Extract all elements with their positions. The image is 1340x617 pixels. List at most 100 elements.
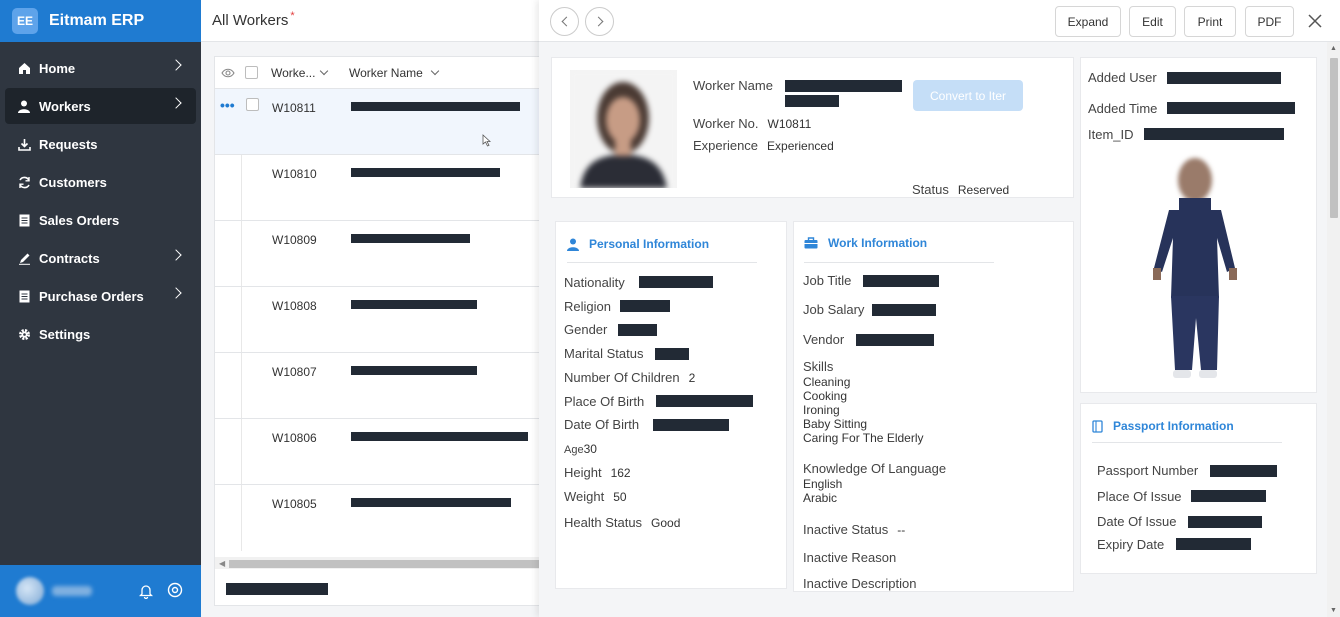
field-label: Inactive Status bbox=[803, 522, 889, 537]
field-value: Good bbox=[651, 516, 681, 530]
user-bar bbox=[0, 565, 201, 617]
field-label: Religion bbox=[564, 299, 611, 314]
field-label: Vendor bbox=[803, 332, 845, 347]
column-header-worker-name[interactable]: Worker Name bbox=[349, 66, 440, 80]
field-label: Height bbox=[564, 465, 602, 480]
worker-no: W10806 bbox=[272, 431, 317, 445]
added-time-field: Added Time bbox=[1088, 101, 1157, 116]
column-header-worker-no[interactable]: Worke... bbox=[271, 66, 349, 80]
close-icon[interactable] bbox=[1306, 12, 1324, 30]
worker-summary-card: Worker Name Worker No. W10811 Experience E… bbox=[551, 57, 1074, 198]
sidebar-item-home[interactable]: Home bbox=[5, 50, 196, 86]
field-value: Experienced bbox=[767, 139, 834, 153]
edit-button[interactable]: Edit bbox=[1129, 6, 1176, 37]
worker-list-area: All Workers * Worke... Worker Name ••• W… bbox=[201, 0, 542, 617]
gender-field: Gender bbox=[564, 322, 607, 337]
work-information-card: Work Information Job Title Job Salary Ve… bbox=[793, 221, 1074, 592]
language-item: English bbox=[803, 477, 843, 491]
support-icon[interactable] bbox=[167, 582, 183, 598]
table-row[interactable]: W10809 bbox=[215, 221, 540, 287]
chevron-right-icon bbox=[170, 249, 182, 261]
scrollbar-thumb[interactable] bbox=[1330, 58, 1338, 218]
record-meta-card: Added User Added Time Item_ID bbox=[1080, 57, 1317, 393]
next-button[interactable] bbox=[585, 7, 614, 36]
field-value: 50 bbox=[613, 490, 627, 504]
sidebar-item-purchase-orders[interactable]: Purchase Orders bbox=[5, 278, 196, 314]
gear-icon bbox=[17, 327, 31, 341]
chevron-right-icon bbox=[170, 59, 182, 71]
required-mark: * bbox=[290, 9, 295, 22]
passport-number-redacted bbox=[1210, 465, 1277, 477]
select-all-checkbox[interactable] bbox=[245, 66, 258, 79]
document-icon bbox=[17, 213, 31, 227]
vertical-scrollbar[interactable]: ▲ ▼ bbox=[1327, 42, 1340, 617]
field-label: Marital Status bbox=[564, 346, 644, 361]
nationality-redacted bbox=[639, 276, 713, 288]
experience-field: Experience Experienced bbox=[693, 138, 834, 153]
skill-item: Baby Sitting bbox=[803, 417, 868, 431]
sidebar-item-settings[interactable]: Settings bbox=[5, 316, 196, 352]
chevron-left-icon bbox=[561, 16, 571, 27]
sidebar-item-contracts[interactable]: Contracts bbox=[5, 240, 196, 276]
field-label: Health Status bbox=[564, 515, 643, 530]
document-icon bbox=[17, 289, 31, 303]
field-label: Place Of Birth bbox=[564, 394, 645, 409]
eye-icon[interactable] bbox=[215, 68, 241, 78]
home-icon bbox=[17, 61, 31, 75]
worker-name-redacted bbox=[351, 498, 511, 507]
scroll-down-icon[interactable]: ▼ bbox=[1330, 607, 1337, 614]
expand-button[interactable]: Expand bbox=[1055, 6, 1121, 37]
avatar[interactable] bbox=[16, 577, 44, 605]
horizontal-scrollbar[interactable]: ◀ bbox=[215, 557, 542, 569]
section-title-text: Passport Information bbox=[1113, 419, 1234, 433]
chevron-down-icon bbox=[430, 66, 440, 76]
panel-toolbar: Expand Edit Print PDF bbox=[539, 0, 1340, 42]
scrollbar-thumb[interactable] bbox=[229, 560, 542, 568]
personal-information-card: Personal Information Nationality Religio… bbox=[555, 221, 787, 589]
more-actions-icon[interactable]: ••• bbox=[220, 97, 235, 113]
user-name-redacted bbox=[52, 586, 92, 596]
table-row[interactable]: W10806 bbox=[215, 419, 540, 485]
sidebar-item-label: Requests bbox=[39, 136, 98, 152]
date-of-issue-redacted bbox=[1188, 516, 1262, 528]
previous-button[interactable] bbox=[550, 7, 579, 36]
sidebar-item-workers[interactable]: Workers bbox=[5, 88, 196, 124]
table-row[interactable]: W10808 bbox=[215, 287, 540, 353]
sidebar-item-label: Contracts bbox=[39, 250, 100, 266]
date-of-birth-redacted bbox=[653, 419, 729, 431]
scroll-up-icon[interactable]: ▲ bbox=[1330, 45, 1337, 52]
sidebar-item-sales-orders[interactable]: Sales Orders bbox=[5, 202, 196, 238]
field-label: Job Title bbox=[803, 273, 852, 288]
place-of-birth-field: Place Of Birth bbox=[564, 394, 644, 409]
item-id-redacted bbox=[1144, 128, 1284, 140]
table-row[interactable]: ••• W10811 bbox=[215, 89, 540, 155]
table-row[interactable]: W10810 bbox=[215, 155, 540, 221]
inactive-reason-field: Inactive Reason bbox=[803, 550, 896, 565]
table-row[interactable]: W10805 bbox=[215, 485, 540, 551]
sidebar-item-label: Home bbox=[39, 60, 76, 76]
field-value: 30 bbox=[583, 442, 597, 456]
pdf-button[interactable]: PDF bbox=[1245, 6, 1294, 37]
sidebar: EE Eitmam ERP Home Workers Requests Cust… bbox=[0, 0, 201, 617]
sidebar-item-requests[interactable]: Requests bbox=[5, 126, 196, 162]
worker-photo bbox=[570, 70, 677, 188]
row-checkbox[interactable] bbox=[246, 98, 259, 111]
field-label: Date Of Issue bbox=[1097, 514, 1177, 529]
bell-icon[interactable] bbox=[139, 583, 153, 599]
place-of-birth-redacted bbox=[656, 395, 753, 407]
section-title-text: Personal Information bbox=[589, 237, 710, 251]
field-label: Added User bbox=[1088, 70, 1157, 85]
sidebar-nav: Home Workers Requests Customers Sales Or… bbox=[0, 50, 201, 352]
convert-button[interactable]: Convert to Iter bbox=[913, 80, 1023, 111]
worker-no: W10805 bbox=[272, 497, 317, 511]
job-title-field: Job Title bbox=[803, 273, 851, 288]
scroll-left-icon[interactable]: ◀ bbox=[219, 559, 225, 568]
table-row[interactable]: W10807 bbox=[215, 353, 540, 419]
marital-status-redacted bbox=[655, 348, 689, 360]
item-id-field: Item_ID bbox=[1088, 127, 1134, 142]
brand-header[interactable]: EE Eitmam ERP bbox=[0, 0, 201, 42]
sidebar-item-customers[interactable]: Customers bbox=[5, 164, 196, 200]
print-button[interactable]: Print bbox=[1184, 6, 1236, 37]
status-value: Reserved bbox=[957, 183, 1010, 197]
sidebar-item-label: Sales Orders bbox=[39, 212, 120, 228]
